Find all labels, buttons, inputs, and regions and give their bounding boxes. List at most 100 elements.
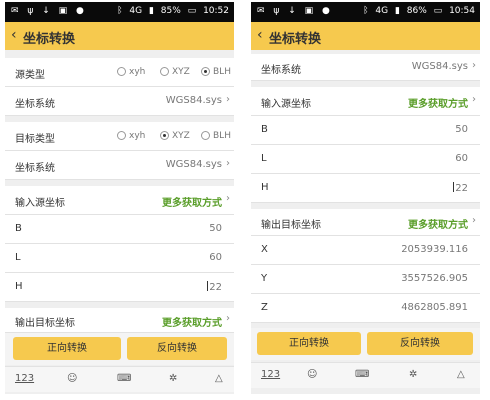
battery-icon: ▭ — [187, 6, 197, 16]
reverse-convert-button[interactable]: 反向转换 — [127, 337, 227, 360]
status-bar: ✉ ψ ↓ ▣ ● ᛒ 4G ▮ 86% ▭ 10:54 — [251, 2, 480, 22]
coord-system-row[interactable]: 坐标系统 WGS84.sys › — [5, 87, 234, 116]
field-input[interactable]: 60 — [455, 153, 468, 164]
network-type: 4G — [375, 6, 389, 16]
more-methods-link[interactable]: 更多获取方式 — [162, 314, 222, 329]
output-header-row: 输出目标坐标 更多获取方式 › — [251, 209, 480, 236]
field-input[interactable]: 22 — [455, 183, 468, 194]
target-type-label: 目标类型 — [15, 134, 55, 145]
bluetooth-icon: ᛒ — [363, 6, 369, 16]
field-input[interactable]: 22 — [209, 282, 222, 293]
source-type-row: 源类型 xyh XYZ BLH — [5, 58, 234, 87]
chevron-right-icon: › — [472, 215, 476, 226]
clock: 10:52 — [203, 6, 229, 16]
field-input[interactable]: 60 — [209, 252, 222, 263]
output-header: 输出目标坐标 — [15, 318, 75, 329]
status-bar: ✉ ψ ↓ ▣ ● ᛒ 4G ▮ 85% ▭ 10:52 — [5, 2, 234, 22]
title-bar: ‹ 坐标转换 — [251, 22, 480, 50]
field-row-b[interactable]: B 50 — [251, 116, 480, 145]
field-input[interactable]: 50 — [455, 124, 468, 135]
field-label: L — [261, 153, 267, 164]
coord-system-row[interactable]: 坐标系统 WGS84.sys › — [251, 54, 480, 81]
chevron-right-icon: › — [226, 313, 230, 324]
coord-system-label: 坐标系统 — [15, 99, 55, 110]
network-type: 4G — [129, 6, 143, 16]
field-row-l[interactable]: L 60 — [5, 244, 234, 273]
title-bar: ‹ 坐标转换 — [5, 22, 234, 50]
coord-system-value: WGS84.sys — [165, 159, 222, 170]
field-row-b[interactable]: B 50 — [5, 215, 234, 244]
chevron-right-icon: › — [226, 158, 230, 169]
chevron-right-icon: › — [472, 60, 476, 71]
field-input[interactable]: 50 — [209, 223, 222, 234]
chevron-right-icon: › — [226, 193, 230, 204]
back-icon[interactable]: ‹ — [11, 27, 17, 43]
field-row-h[interactable]: H 22 — [5, 273, 234, 302]
source-radio-blh[interactable]: BLH — [201, 67, 231, 77]
output-row-x: X 2053939.116 — [251, 236, 480, 265]
battery-level: 86% — [406, 6, 427, 16]
field-row-l[interactable]: L 60 — [251, 145, 480, 174]
field-label: H — [15, 281, 23, 292]
output-label: Z — [261, 302, 268, 313]
emoji-icon[interactable]: ☺ — [67, 373, 77, 384]
input-header: 输入源坐标 — [261, 99, 311, 110]
collapse-keyboard-icon[interactable]: △ — [457, 369, 465, 380]
phone-screen-1: ✉ ψ ↓ ▣ ● ᛒ 4G ▮ 85% ▭ 10:52 ‹ 坐标转换 源类型 … — [5, 2, 234, 394]
forward-convert-button[interactable]: 正向转换 — [257, 332, 361, 355]
notification-icons: ✉ ψ ↓ ▣ ● — [11, 6, 87, 16]
output-header: 输出目标坐标 — [261, 220, 321, 231]
notification-icons: ✉ ψ ↓ ▣ ● — [257, 6, 333, 16]
settings-icon[interactable]: ✲ — [169, 373, 177, 384]
output-header-row: 输出目标坐标 更多获取方式 › — [5, 308, 234, 333]
coord-system-value: WGS84.sys — [411, 61, 468, 72]
keyboard-toolbar: 123 ☺ ⌨ ✲ △ — [5, 366, 234, 392]
output-row-y: Y 3557526.905 — [251, 265, 480, 294]
more-methods-link[interactable]: 更多获取方式 — [408, 95, 468, 110]
field-label: H — [261, 182, 269, 193]
keyboard-icon[interactable]: ⌨ — [117, 373, 131, 384]
page-title: 坐标转换 — [269, 32, 322, 47]
source-radio-xyh[interactable]: xyh — [117, 67, 145, 77]
page-title: 坐标转换 — [23, 32, 76, 47]
coord-system-row-2[interactable]: 坐标系统 WGS84.sys › — [5, 151, 234, 180]
collapse-keyboard-icon[interactable]: △ — [215, 373, 223, 384]
keyboard-icon[interactable]: ⌨ — [355, 369, 369, 380]
field-label: L — [15, 252, 21, 263]
field-label: B — [15, 223, 22, 234]
battery-icon: ▭ — [433, 6, 443, 16]
target-radio-blh[interactable]: BLH — [201, 131, 231, 141]
source-type-label: 源类型 — [15, 70, 45, 81]
coord-system-value: WGS84.sys — [165, 95, 222, 106]
signal-icon: ▮ — [148, 6, 154, 16]
clock: 10:54 — [449, 6, 475, 16]
bluetooth-icon: ᛒ — [117, 6, 123, 16]
action-bar: 正向转换 反向转换 — [251, 328, 480, 360]
source-radio-xyz[interactable]: XYZ — [160, 67, 190, 77]
reverse-convert-button[interactable]: 反向转换 — [367, 332, 473, 355]
emoji-icon[interactable]: ☺ — [307, 369, 317, 380]
back-icon[interactable]: ‹ — [257, 27, 263, 43]
coord-system-label: 坐标系统 — [15, 163, 55, 174]
field-row-h[interactable]: H 22 — [251, 174, 480, 203]
action-bar: 正向转换 反向转换 — [5, 333, 234, 365]
settings-icon[interactable]: ✲ — [409, 369, 417, 380]
battery-level: 85% — [160, 6, 181, 16]
input-header-row: 输入源坐标 更多获取方式 › — [5, 186, 234, 215]
forward-convert-button[interactable]: 正向转换 — [13, 337, 121, 360]
input-header-row: 输入源坐标 更多获取方式 › — [251, 87, 480, 116]
target-radio-xyz[interactable]: XYZ — [160, 131, 190, 141]
target-radio-xyh[interactable]: xyh — [117, 131, 145, 141]
signal-icon: ▮ — [394, 6, 400, 16]
output-row-z: Z 4862805.891 — [251, 294, 480, 323]
input-header: 输入源坐标 — [15, 198, 65, 209]
keyboard-toolbar: 123 ☺ ⌨ ✲ △ — [251, 362, 480, 388]
target-type-row: 目标类型 xyh XYZ BLH — [5, 122, 234, 151]
numeric-keyboard-button[interactable]: 123 — [15, 373, 34, 384]
field-label: B — [261, 124, 268, 135]
numeric-keyboard-button[interactable]: 123 — [261, 369, 280, 380]
more-methods-link[interactable]: 更多获取方式 — [408, 216, 468, 231]
output-label: X — [261, 244, 268, 255]
chevron-right-icon: › — [472, 94, 476, 105]
more-methods-link[interactable]: 更多获取方式 — [162, 194, 222, 209]
